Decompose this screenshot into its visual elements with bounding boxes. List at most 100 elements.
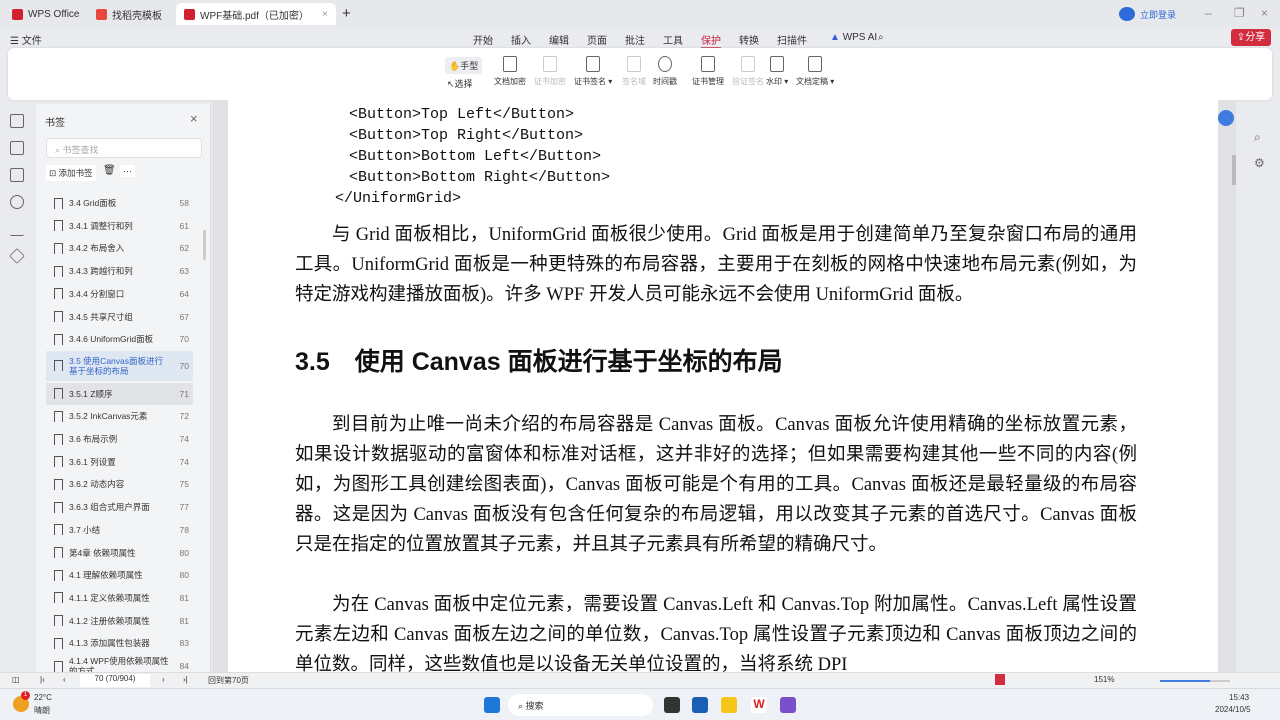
bookmark-item[interactable]: 4.1.2 注册依赖项属性 81 (46, 610, 193, 632)
bookmark-label: 3.4.3 跨越行和列 (69, 266, 133, 277)
back-to-page-link[interactable]: 回到第70页 (208, 675, 249, 686)
zoom-level[interactable]: 151% (1094, 675, 1114, 684)
doc-scrollbar[interactable] (1232, 155, 1236, 185)
sidebar-toggle-icon[interactable]: ◫ (12, 675, 20, 684)
timestamp-button[interactable]: 时间戳 (653, 56, 677, 87)
bookmark-item[interactable]: 3.5.1 Z顺序 71 (46, 382, 193, 405)
bookmark-item[interactable]: 3.6.1 列设置 74 (46, 451, 193, 473)
properties-icon[interactable]: ⚙ (1254, 156, 1265, 170)
comment-icon[interactable] (10, 168, 24, 182)
hand-tool-button[interactable]: ✋手型 (445, 57, 483, 74)
bookmark-item[interactable]: 4.1.1 定义依赖项属性 81 (46, 587, 193, 609)
menu-convert[interactable]: 转换 (739, 32, 759, 47)
bookmark-label: 3.4.5 共享尺寸组 (69, 311, 133, 322)
bookmark-item[interactable]: 3.4.1 调整行和列 61 (46, 215, 193, 237)
tab-wps-office[interactable]: WPS Office (4, 3, 88, 25)
wps-taskbar-icon[interactable]: W (751, 697, 767, 713)
tab-templates[interactable]: 找稻壳模板 (88, 3, 170, 25)
bookmark-item[interactable]: 4.1.3 添加属性包装器 83 (46, 632, 193, 654)
close-window-icon[interactable]: × (1261, 6, 1268, 20)
select-tool-button[interactable]: ↖选择 (447, 77, 473, 90)
app-icon[interactable] (664, 697, 680, 713)
search-icon[interactable]: ⌕ (1254, 130, 1261, 145)
bookmark-item[interactable]: 3.4.2 布局舍入 62 (46, 237, 193, 259)
add-bookmark-button[interactable]: ⊡ 添加书签 (46, 165, 96, 181)
scrollbar[interactable] (203, 230, 206, 260)
bookmark-item[interactable]: 3.4 Grid面板 58 (46, 192, 193, 214)
bookmark-item[interactable]: 3.5 使用Canvas面板进行基于坐标的布局 70 (46, 350, 193, 381)
label: 签名域 (622, 77, 646, 86)
bookmark-label: 4.1.1 定义依赖项属性 (69, 592, 150, 603)
more-button[interactable]: ··· (120, 165, 135, 177)
tab-document[interactable]: WPF基础.pdf（已加密） × (176, 3, 336, 25)
cert-manage-button[interactable]: 证书管理 (692, 56, 724, 87)
bookmark-item[interactable]: 3.4.6 UniformGrid面板 70 (46, 328, 193, 350)
next-page-icon[interactable]: › (162, 675, 165, 684)
prev-page-icon[interactable]: ‹ (63, 675, 66, 684)
zoom-slider[interactable] (1160, 680, 1230, 682)
bookmark-item[interactable]: 第4章 依赖项属性 80 (46, 542, 193, 564)
file-menu[interactable]: ☰ 文件 (10, 32, 42, 47)
bookmark-item[interactable]: 3.4.3 跨越行和列 63 (46, 260, 193, 282)
menu-tools[interactable]: 工具 (663, 32, 683, 47)
thumbnail-icon[interactable] (10, 141, 24, 155)
layers-icon[interactable] (9, 248, 25, 264)
encrypt-doc-button[interactable]: 文档加密 (494, 56, 526, 87)
bookmark-label: 3.6.1 列设置 (69, 456, 116, 467)
sign-field-button[interactable]: 签名域 (622, 56, 646, 87)
field-icon (627, 56, 641, 72)
bookmark-item[interactable]: 3.4.4 分割窗口 64 (46, 283, 193, 305)
pdf-icon (184, 8, 195, 20)
bookmark-flag-icon (54, 569, 63, 581)
bookmark-icon[interactable] (10, 114, 24, 128)
watermark-button[interactable]: 水印 ▾ (766, 56, 788, 87)
attachment-icon[interactable] (10, 195, 24, 209)
close-icon[interactable]: × (322, 9, 328, 20)
close-panel-icon[interactable]: × (190, 111, 198, 126)
cert-encrypt-button[interactable]: 证书加密 (534, 56, 566, 87)
share-button[interactable]: ⇪分享 (1231, 29, 1271, 46)
bookmark-label: 4.1 理解依赖项属性 (69, 570, 143, 581)
wps-ai-button[interactable]: ▲ WPS AI (830, 32, 877, 43)
login-link[interactable]: 立即登录 (1140, 8, 1176, 21)
signature-icon[interactable] (10, 222, 24, 236)
play-icon[interactable] (995, 674, 1005, 685)
bookmark-item[interactable]: 4.1 理解依赖项属性 80 (46, 564, 193, 586)
menu-start[interactable]: 开始 (473, 32, 493, 47)
page-input[interactable]: 70 (70/904) (80, 674, 150, 687)
store-icon[interactable] (692, 697, 708, 713)
bookmark-item[interactable]: 3.6 布局示例 74 (46, 428, 193, 450)
bookmark-item[interactable]: 3.5.2 InkCanvas元素 72 (46, 405, 193, 427)
ai-float-icon[interactable] (1218, 110, 1234, 126)
search-icon[interactable]: ⌕ (878, 32, 884, 43)
menu-protect[interactable]: 保护 (701, 32, 721, 49)
bookmark-item[interactable]: 3.4.5 共享尺寸组 67 (46, 306, 193, 328)
tab-label: WPS Office (28, 8, 80, 20)
menu-insert[interactable]: 插入 (511, 32, 531, 47)
visual-studio-icon[interactable] (780, 697, 796, 713)
bookmark-search-input[interactable]: ⌕ 书签查找 (46, 138, 202, 158)
menu-page[interactable]: 页面 (587, 32, 607, 47)
explorer-icon[interactable] (721, 697, 737, 713)
bookmark-item[interactable]: 3.6.2 动态内容 75 (46, 473, 193, 495)
bookmark-item[interactable]: 3.6.3 组合式用户界面 77 (46, 496, 193, 518)
last-page-icon[interactable]: ›| (183, 675, 188, 684)
new-tab-icon[interactable]: + (342, 5, 351, 22)
delete-icon[interactable]: 🗑 (103, 165, 116, 176)
restore-icon[interactable]: ❐ (1234, 6, 1245, 20)
menu-annotate[interactable]: 批注 (625, 32, 645, 47)
placeholder: 书签查找 (62, 145, 99, 155)
first-page-icon[interactable]: |‹ (40, 675, 45, 684)
menu-edit[interactable]: 编辑 (549, 32, 569, 47)
cert-sign-button[interactable]: 证书签名 ▾ (574, 56, 612, 87)
taskbar-search[interactable]: ⌕ 搜索 (508, 694, 653, 716)
minimize-icon[interactable]: – (1205, 6, 1212, 20)
bookmark-item[interactable]: 3.7 小结 78 (46, 519, 193, 541)
add-label: 添加书签 (58, 168, 93, 178)
code-line: <Button>Bottom Right</Button> (349, 169, 611, 186)
finalize-button[interactable]: 文档定稿 ▾ (796, 56, 834, 87)
menu-scan[interactable]: 扫描件 (777, 32, 807, 47)
verify-sign-button[interactable]: 验证签名 (732, 56, 764, 87)
start-icon[interactable] (484, 697, 500, 713)
bookmark-flag-icon (54, 197, 63, 209)
